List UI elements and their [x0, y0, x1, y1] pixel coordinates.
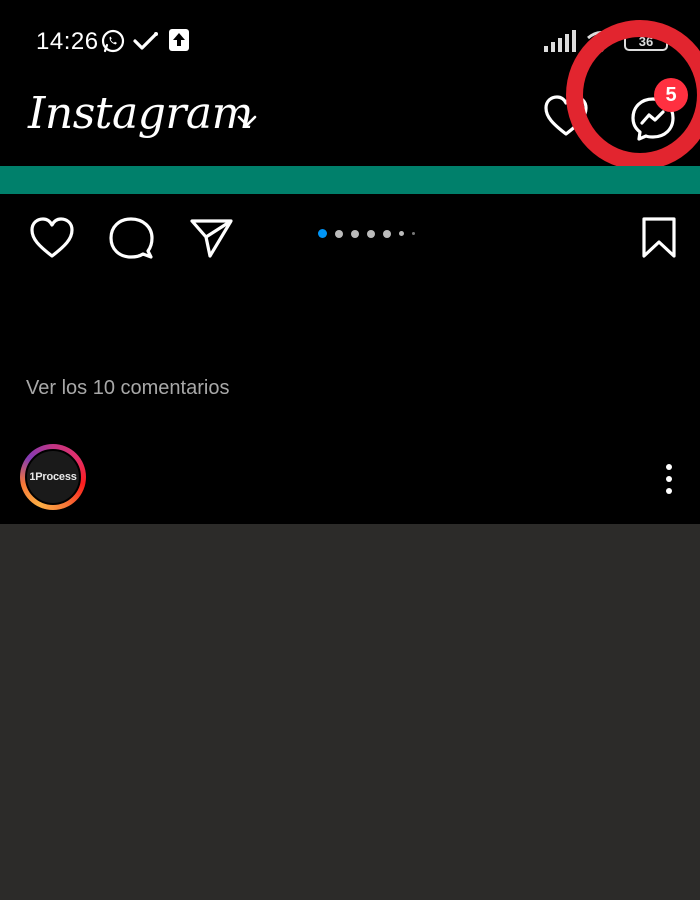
like-heart-icon[interactable]: [28, 216, 76, 260]
story-ring[interactable]: 1Process: [20, 444, 86, 510]
chevron-down-icon[interactable]: [236, 114, 258, 128]
instagram-logo[interactable]: Instagram: [28, 88, 253, 139]
next-post-header: 1Process: [0, 440, 700, 524]
post-action-row: [0, 194, 700, 274]
post-media-placeholder[interactable]: [0, 524, 700, 900]
view-comments-link[interactable]: Ver los 10 comentarios: [26, 377, 229, 400]
upload-icon: [169, 29, 189, 51]
bookmark-icon[interactable]: [640, 216, 678, 260]
carousel-dot: [399, 231, 404, 236]
avatar[interactable]: 1Process: [25, 449, 81, 505]
carousel-dot: [383, 229, 391, 238]
status-time: 14:26: [36, 28, 99, 55]
comment-icon[interactable]: [108, 216, 154, 260]
more-options-icon[interactable]: [662, 462, 676, 496]
carousel-dot-active: [318, 229, 327, 238]
signal-icon: [544, 30, 576, 52]
carousel-dot: [335, 229, 343, 238]
carousel-dot: [367, 229, 375, 238]
whatsapp-icon: [101, 29, 125, 53]
carousel-dot: [412, 232, 415, 235]
teal-banner: [0, 166, 700, 194]
share-icon[interactable]: [188, 216, 234, 260]
carousel-indicator: [318, 229, 415, 238]
avatar-label: 1Process: [29, 471, 77, 483]
check-icon: [133, 32, 158, 50]
carousel-dot: [351, 229, 359, 238]
